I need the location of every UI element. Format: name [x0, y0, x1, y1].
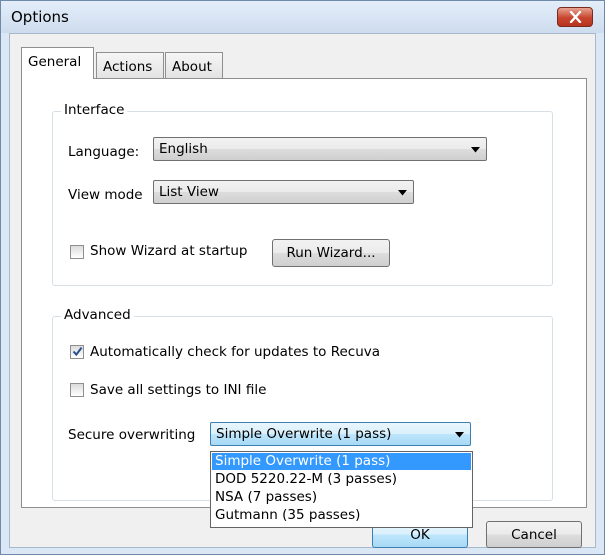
window-title: Options: [11, 8, 69, 26]
cancel-button[interactable]: Cancel: [486, 521, 582, 548]
chevron-down-icon: [455, 432, 464, 438]
close-button[interactable]: [557, 7, 593, 27]
tab-general[interactable]: General: [21, 47, 94, 79]
save-ini-checkbox[interactable]: [70, 383, 84, 397]
tab-about[interactable]: About: [165, 52, 223, 78]
cancel-button-label: Cancel: [511, 527, 557, 543]
view-mode-label: View mode: [68, 187, 143, 203]
tab-actions-label: Actions: [103, 59, 153, 75]
language-label: Language:: [68, 144, 140, 160]
show-wizard-label: Show Wizard at startup: [90, 243, 248, 259]
auto-update-label: Automatically check for updates to Recuv…: [90, 344, 381, 360]
tab-general-label: General: [28, 54, 82, 70]
tab-about-label: About: [172, 59, 212, 75]
interface-group-title: Interface: [61, 102, 128, 118]
title-bar[interactable]: Options: [1, 1, 604, 33]
show-wizard-checkbox[interactable]: [70, 245, 84, 259]
dropdown-option-gutmann[interactable]: Gutmann (35 passes): [212, 507, 471, 524]
close-x-icon: [569, 11, 582, 23]
chevron-down-icon: [471, 147, 480, 153]
advanced-group-title: Advanced: [61, 307, 134, 323]
dropdown-option-simple-overwrite[interactable]: Simple Overwrite (1 pass): [212, 453, 471, 470]
tab-actions[interactable]: Actions: [96, 52, 164, 78]
secure-overwriting-select[interactable]: Simple Overwrite (1 pass): [210, 422, 471, 446]
checkmark-icon: [72, 346, 83, 357]
chevron-down-icon: [398, 190, 407, 196]
secure-overwriting-dropdown: Simple Overwrite (1 pass) DOD 5220.22-M …: [210, 451, 473, 528]
view-mode-value: List View: [159, 184, 219, 200]
dropdown-option-dod[interactable]: DOD 5220.22-M (3 passes): [212, 471, 471, 488]
run-wizard-button[interactable]: Run Wizard...: [272, 239, 390, 267]
run-wizard-button-label: Run Wizard...: [286, 245, 376, 261]
save-ini-label: Save all settings to INI file: [90, 382, 267, 398]
ok-button-label: OK: [410, 527, 430, 543]
auto-update-checkbox[interactable]: [70, 345, 84, 359]
secure-overwriting-value: Simple Overwrite (1 pass): [216, 426, 392, 442]
language-select[interactable]: English: [153, 137, 487, 161]
language-value: English: [159, 141, 208, 157]
view-mode-select[interactable]: List View: [153, 180, 414, 204]
dropdown-option-nsa[interactable]: NSA (7 passes): [212, 489, 471, 506]
secure-overwriting-label: Secure overwriting: [68, 427, 196, 443]
